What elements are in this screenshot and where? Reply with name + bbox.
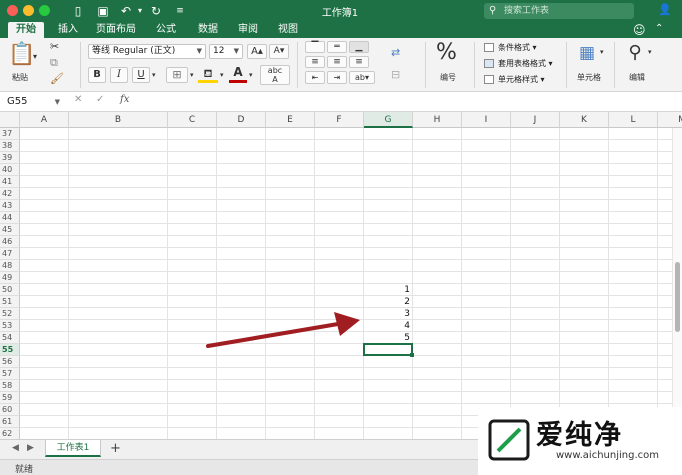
prev-sheet-icon[interactable]: ◀ xyxy=(12,443,19,453)
watermark-brand: 爱纯净 xyxy=(536,420,623,451)
watermark-url: www.aichunjing.com xyxy=(556,450,659,461)
watermark-logo-icon xyxy=(488,419,530,461)
watermark: 爱纯净 www.aichunjing.com xyxy=(478,407,682,475)
add-sheet-button[interactable]: + xyxy=(110,441,121,456)
red-arrow-shaft xyxy=(206,322,340,348)
annotation-layer xyxy=(206,312,360,348)
next-sheet-icon[interactable]: ▶ xyxy=(27,443,34,453)
status-text: 就绪 xyxy=(15,465,34,475)
sheet-tab-1[interactable]: 工作表1 xyxy=(45,440,101,457)
red-arrow-head xyxy=(334,312,360,336)
